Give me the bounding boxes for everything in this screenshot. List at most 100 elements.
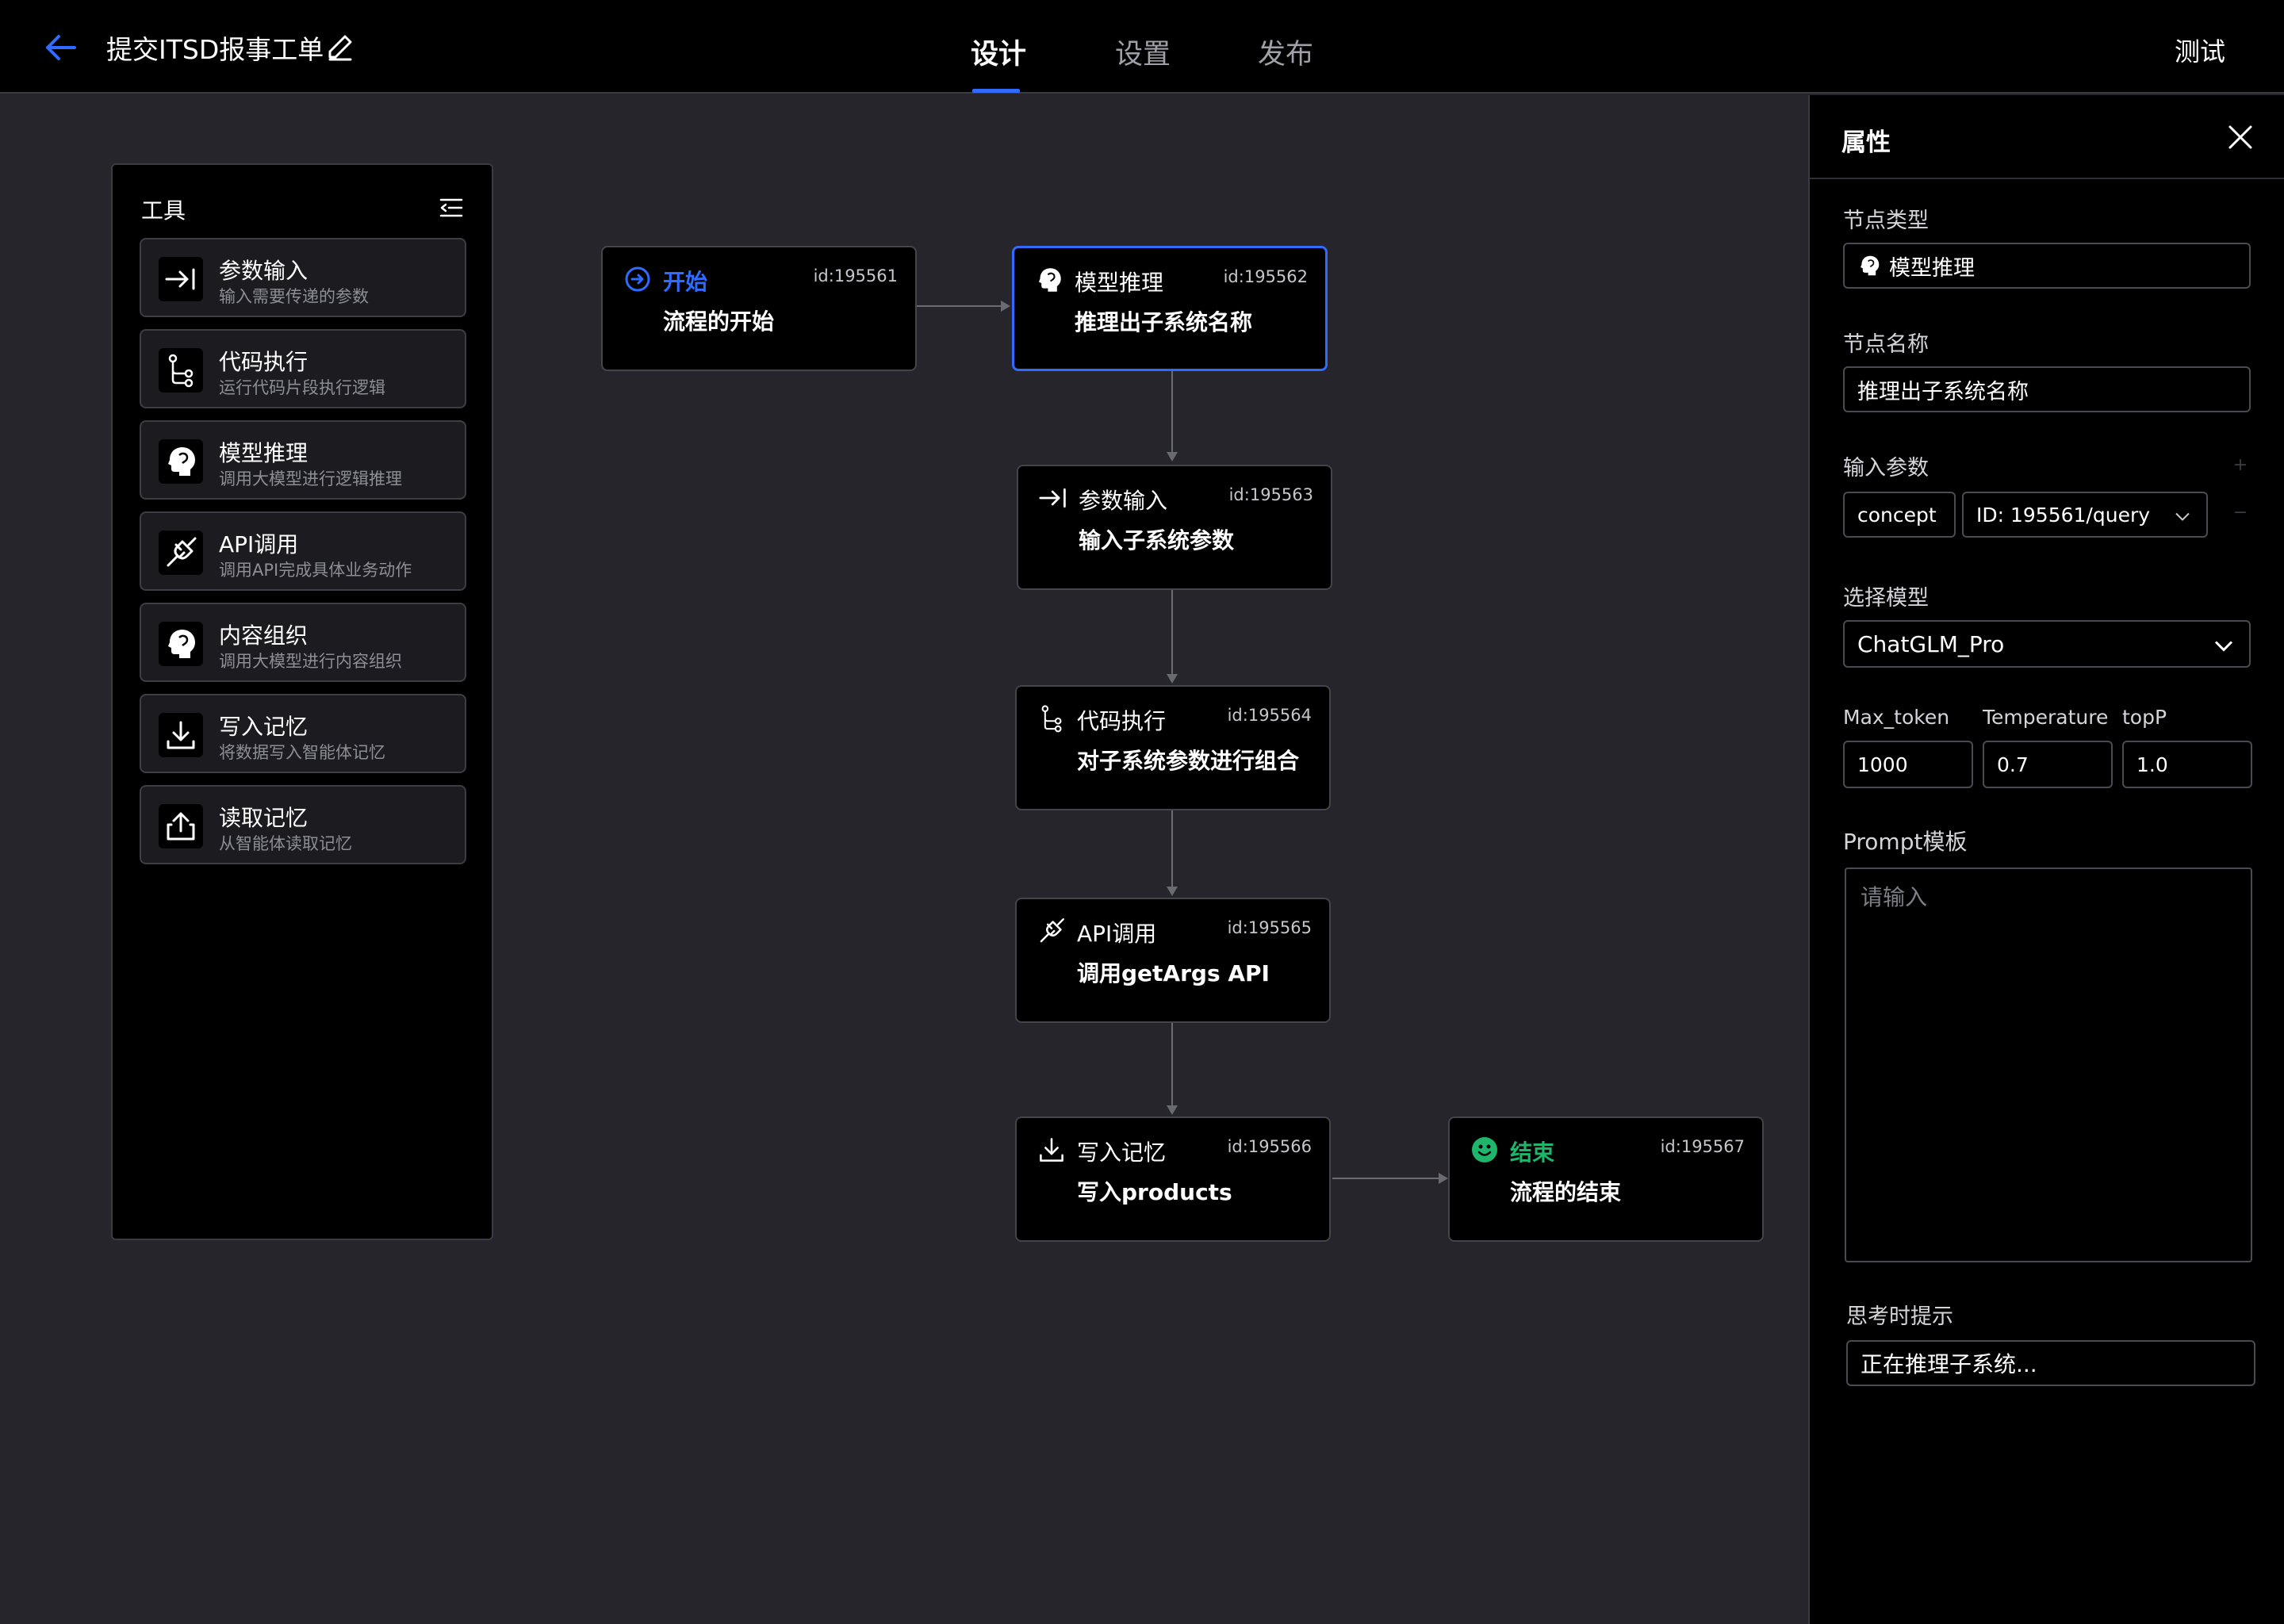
node-name: 推理出子系统名称 [1075,309,1253,335]
tool-desc: 从智能体读取记忆 [219,834,352,853]
tool-desc: 调用API完成具体业务动作 [219,561,412,580]
node-api-call[interactable]: API调用 id:195565 调用getArgs API [1015,898,1331,1023]
tool-name: 写入记忆 [219,714,308,740]
arrow-to-bar-icon [159,257,203,301]
download-icon [1037,1136,1066,1164]
node-type: API调用 [1077,921,1157,947]
node-name: 对子系统参数进行组合 [1077,748,1300,774]
tool-name: 内容组织 [219,622,308,649]
remove-param-icon[interactable]: − [2232,504,2249,522]
topp-label: topP [2122,706,2167,729]
node-type: 写入记忆 [1077,1139,1167,1166]
collapse-menu-icon[interactable] [439,197,463,219]
node-name: 调用getArgs API [1077,960,1270,986]
node-param-input[interactable]: 参数输入 id:195563 输入子系统参数 [1017,465,1332,590]
node-code-exec[interactable]: 代码执行 id:195564 对子系统参数进行组合 [1015,685,1331,810]
model-select[interactable]: ChatGLM_Pro [1843,620,2251,668]
param-name-input[interactable]: concept [1843,492,1956,538]
tab-publish[interactable]: 发布 [1258,32,1313,72]
node-start[interactable]: 开始 id:195561 流程的开始 [601,246,917,371]
branch-icon [1037,704,1066,733]
tool-api-call[interactable]: API调用 调用API完成具体业务动作 [140,511,466,591]
plug-icon [159,530,203,575]
node-id: id:195561 [813,266,898,285]
tools-title: 工具 [141,197,186,224]
tool-desc: 运行代码片段执行逻辑 [219,378,385,397]
plug-icon [1037,917,1066,945]
top-bar: 提交ITSD报事工单 设计 设置 发布 测试 [0,0,2284,94]
thinking-hint-input[interactable]: 正在推理子系统... [1846,1340,2255,1386]
tool-desc: 将数据写入智能体记忆 [219,743,385,762]
tool-model-inference[interactable]: 模型推理 调用大模型进行逻辑推理 [140,420,466,500]
tab-design[interactable]: 设计 [971,32,1026,72]
thinking-hint-label: 思考时提示 [1846,1304,1953,1329]
node-id: id:195564 [1227,706,1312,725]
smile-icon [1470,1136,1499,1164]
tool-desc: 调用大模型进行内容组织 [219,652,402,671]
node-type-label: 节点类型 [1843,209,1929,233]
test-button[interactable]: 测试 [2175,32,2225,68]
properties-panel: 属性 节点类型 模型推理 节点名称 推理出子系统名称 输入参数 + concep… [1808,95,2284,1624]
tool-name: 代码执行 [219,349,308,375]
tool-name: API调用 [219,531,299,557]
model-value: ChatGLM_Pro [1857,630,2005,657]
prompt-template-label: Prompt模板 [1843,829,1968,855]
properties-title: 属性 [1841,128,1891,157]
properties-header: 属性 [1810,95,2284,179]
tool-desc: 调用大模型进行逻辑推理 [219,469,402,488]
node-write-memory[interactable]: 写入记忆 id:195566 写入products [1015,1116,1331,1242]
upload-icon [159,804,203,848]
add-param-icon[interactable]: + [2232,457,2249,474]
node-id: id:195562 [1223,267,1308,286]
tool-name: 模型推理 [219,440,308,466]
node-type: 参数输入 [1079,488,1168,514]
node-name: 写入products [1077,1179,1232,1205]
back-arrow-icon[interactable] [41,30,79,65]
tool-read-memory[interactable]: 读取记忆 从智能体读取记忆 [140,785,466,864]
node-name: 流程的开始 [663,308,775,335]
edit-pencil-icon[interactable] [325,32,355,62]
tool-name: 参数输入 [219,258,308,284]
node-type: 代码执行 [1077,708,1167,734]
tool-code-exec[interactable]: 代码执行 运行代码片段执行逻辑 [140,329,466,408]
node-id: id:195567 [1660,1137,1745,1156]
download-icon [159,713,203,757]
node-type-field: 模型推理 [1843,243,2251,289]
max-token-input[interactable]: 1000 [1843,741,1973,788]
node-name: 流程的结束 [1510,1179,1622,1205]
node-type-value: 模型推理 [1889,255,1975,281]
chevron-down-icon [2214,631,2233,657]
node-type: 开始 [663,269,708,295]
node-id: id:195563 [1228,485,1313,504]
topp-input[interactable]: 1.0 [2122,741,2252,788]
prompt-template-textarea[interactable]: 请输入 [1845,868,2252,1262]
head-icon [1857,254,1881,283]
node-end[interactable]: 结束 id:195567 流程的结束 [1448,1116,1764,1242]
chevron-down-icon [2175,504,2190,527]
arrow-to-bar-icon [1039,484,1067,512]
tab-settings[interactable]: 设置 [1115,32,1171,72]
head-icon [159,622,203,666]
temperature-input[interactable]: 0.7 [1983,741,2113,788]
branch-icon [159,348,203,393]
active-tab-indicator [972,89,1020,93]
head-icon [159,439,203,484]
node-id: id:195566 [1227,1137,1312,1156]
tool-name: 读取记忆 [219,805,308,831]
workflow-title: 提交ITSD报事工单 [106,34,324,65]
start-circle-icon [623,265,652,293]
node-type: 结束 [1510,1139,1555,1166]
node-model-inference[interactable]: 模型推理 id:195562 推理出子系统名称 [1012,246,1328,371]
tool-write-memory[interactable]: 写入记忆 将数据写入智能体记忆 [140,694,466,773]
tools-panel: 工具 参数输入 输入需要传递的参数 代码执行 运行代码片段执行逻辑 模型推理 调… [111,163,493,1240]
head-icon [1035,266,1063,294]
tool-content-org[interactable]: 内容组织 调用大模型进行内容组织 [140,603,466,682]
node-name-label: 节点名称 [1843,332,1929,357]
close-icon[interactable] [2227,124,2254,151]
node-name: 输入子系统参数 [1079,527,1235,553]
node-id: id:195565 [1227,918,1312,937]
tool-param-input[interactable]: 参数输入 输入需要传递的参数 [140,238,466,317]
temperature-label: Temperature [1983,706,2109,729]
node-name-input[interactable]: 推理出子系统名称 [1843,366,2251,412]
param-source-select[interactable]: ID: 195561/query [1962,492,2208,538]
